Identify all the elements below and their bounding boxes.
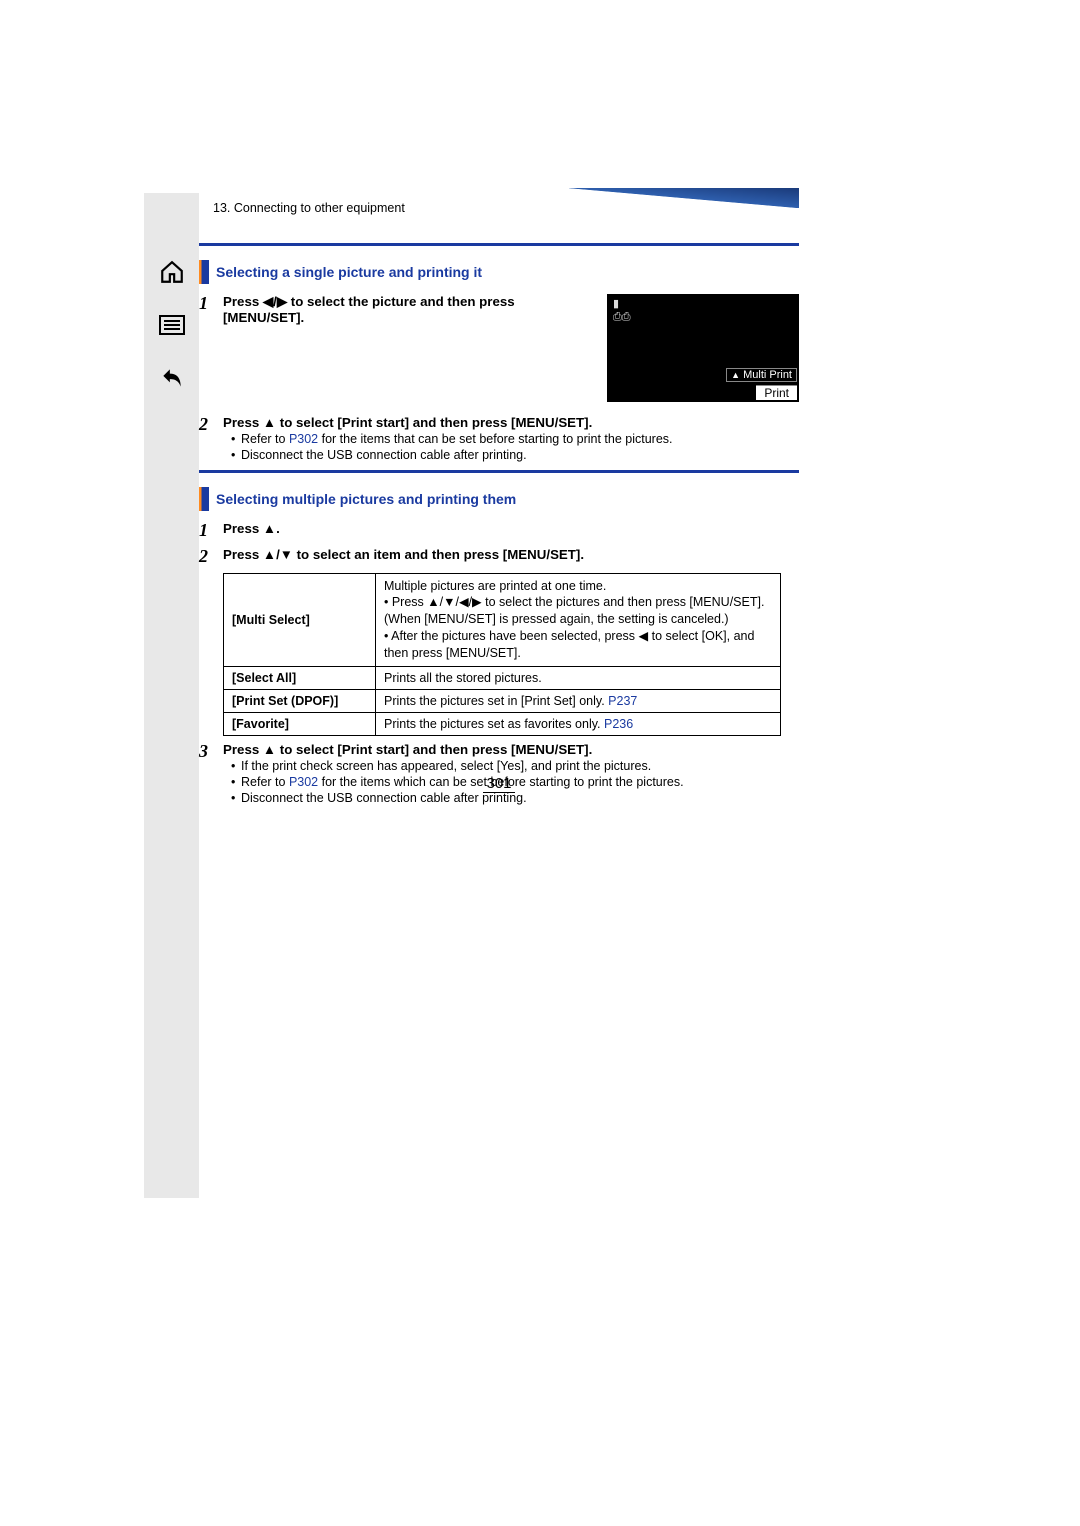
camera-screen-preview: ▮⎙⎙ ▲ Multi Print Print bbox=[607, 294, 799, 402]
option-name: [Favorite] bbox=[224, 712, 376, 735]
step-number: 3 bbox=[199, 742, 223, 762]
content-area: 13. Connecting to other equipment Select… bbox=[199, 193, 799, 813]
step-2-1: 1 Press ▲. bbox=[199, 521, 799, 541]
chapter-title: 13. Connecting to other equipment bbox=[213, 201, 405, 215]
step-1-2: 2 Press ▲ to select [Print start] and th… bbox=[199, 415, 799, 464]
section-title-multiple: Selecting multiple pictures and printing… bbox=[199, 487, 799, 511]
section-title-single: Selecting a single picture and printing … bbox=[199, 260, 799, 284]
table-row: [Multi Select] Multiple pictures are pri… bbox=[224, 573, 781, 666]
options-table: [Multi Select] Multiple pictures are pri… bbox=[223, 573, 781, 736]
chapter-header: 13. Connecting to other equipment bbox=[199, 193, 799, 223]
option-name: [Select All] bbox=[224, 666, 376, 689]
multi-print-label: Multi Print bbox=[743, 369, 792, 381]
bullet-list: Refer to P302 for the items that can be … bbox=[223, 432, 799, 462]
step-title: Press ▲/▼ to select an item and then pre… bbox=[223, 547, 799, 562]
preview-status-icons: ▮⎙⎙ bbox=[613, 298, 631, 324]
step-title: Press ◀/▶ to select the picture and then… bbox=[223, 294, 594, 325]
header-decoration bbox=[569, 188, 799, 208]
option-desc: Prints the pictures set as favorites onl… bbox=[376, 712, 781, 735]
preview-multi-print-button: ▲ Multi Print bbox=[726, 368, 797, 382]
page: 13. Connecting to other equipment Select… bbox=[0, 0, 1080, 1526]
bullet-item: If the print check screen has appeared, … bbox=[235, 759, 799, 773]
print-label: Print bbox=[764, 386, 789, 400]
rule bbox=[199, 470, 799, 473]
home-icon[interactable] bbox=[158, 258, 186, 286]
rule bbox=[199, 243, 799, 246]
bullet-item: Refer to P302 for the items that can be … bbox=[235, 432, 799, 446]
toc-icon[interactable] bbox=[158, 311, 186, 339]
option-desc: Prints the pictures set in [Print Set] o… bbox=[376, 689, 781, 712]
sidebar bbox=[144, 193, 199, 1198]
step-1-1: 1 Press ◀/▶ to select the picture and th… bbox=[199, 294, 799, 409]
step-title: Press ▲. bbox=[223, 521, 799, 536]
page-link-p236[interactable]: P236 bbox=[604, 717, 633, 731]
up-triangle-icon: ▲ bbox=[731, 370, 740, 380]
step-number: 2 bbox=[199, 547, 223, 567]
page-number: 301 bbox=[199, 775, 799, 793]
option-desc: Multiple pictures are printed at one tim… bbox=[376, 573, 781, 666]
bullet-item: Disconnect the USB connection cable afte… bbox=[235, 791, 799, 805]
step-number: 2 bbox=[199, 415, 223, 435]
page-link-p302[interactable]: P302 bbox=[289, 432, 318, 446]
step-title: Press ▲ to select [Print start] and then… bbox=[223, 742, 799, 757]
table-row: [Print Set (DPOF)] Prints the pictures s… bbox=[224, 689, 781, 712]
table-row: [Favorite] Prints the pictures set as fa… bbox=[224, 712, 781, 735]
table-row: [Select All] Prints all the stored pictu… bbox=[224, 666, 781, 689]
step-title: Press ▲ to select [Print start] and then… bbox=[223, 415, 799, 430]
step-number: 1 bbox=[199, 521, 223, 541]
option-name: [Multi Select] bbox=[224, 573, 376, 666]
step-2-2: 2 Press ▲/▼ to select an item and then p… bbox=[199, 547, 799, 567]
page-link-p237[interactable]: P237 bbox=[608, 694, 637, 708]
step-number: 1 bbox=[199, 294, 223, 314]
back-icon[interactable] bbox=[158, 364, 186, 392]
preview-print-button: Print bbox=[756, 385, 797, 400]
option-desc: Prints all the stored pictures. bbox=[376, 666, 781, 689]
bullet-item: Disconnect the USB connection cable afte… bbox=[235, 448, 799, 462]
option-name: [Print Set (DPOF)] bbox=[224, 689, 376, 712]
